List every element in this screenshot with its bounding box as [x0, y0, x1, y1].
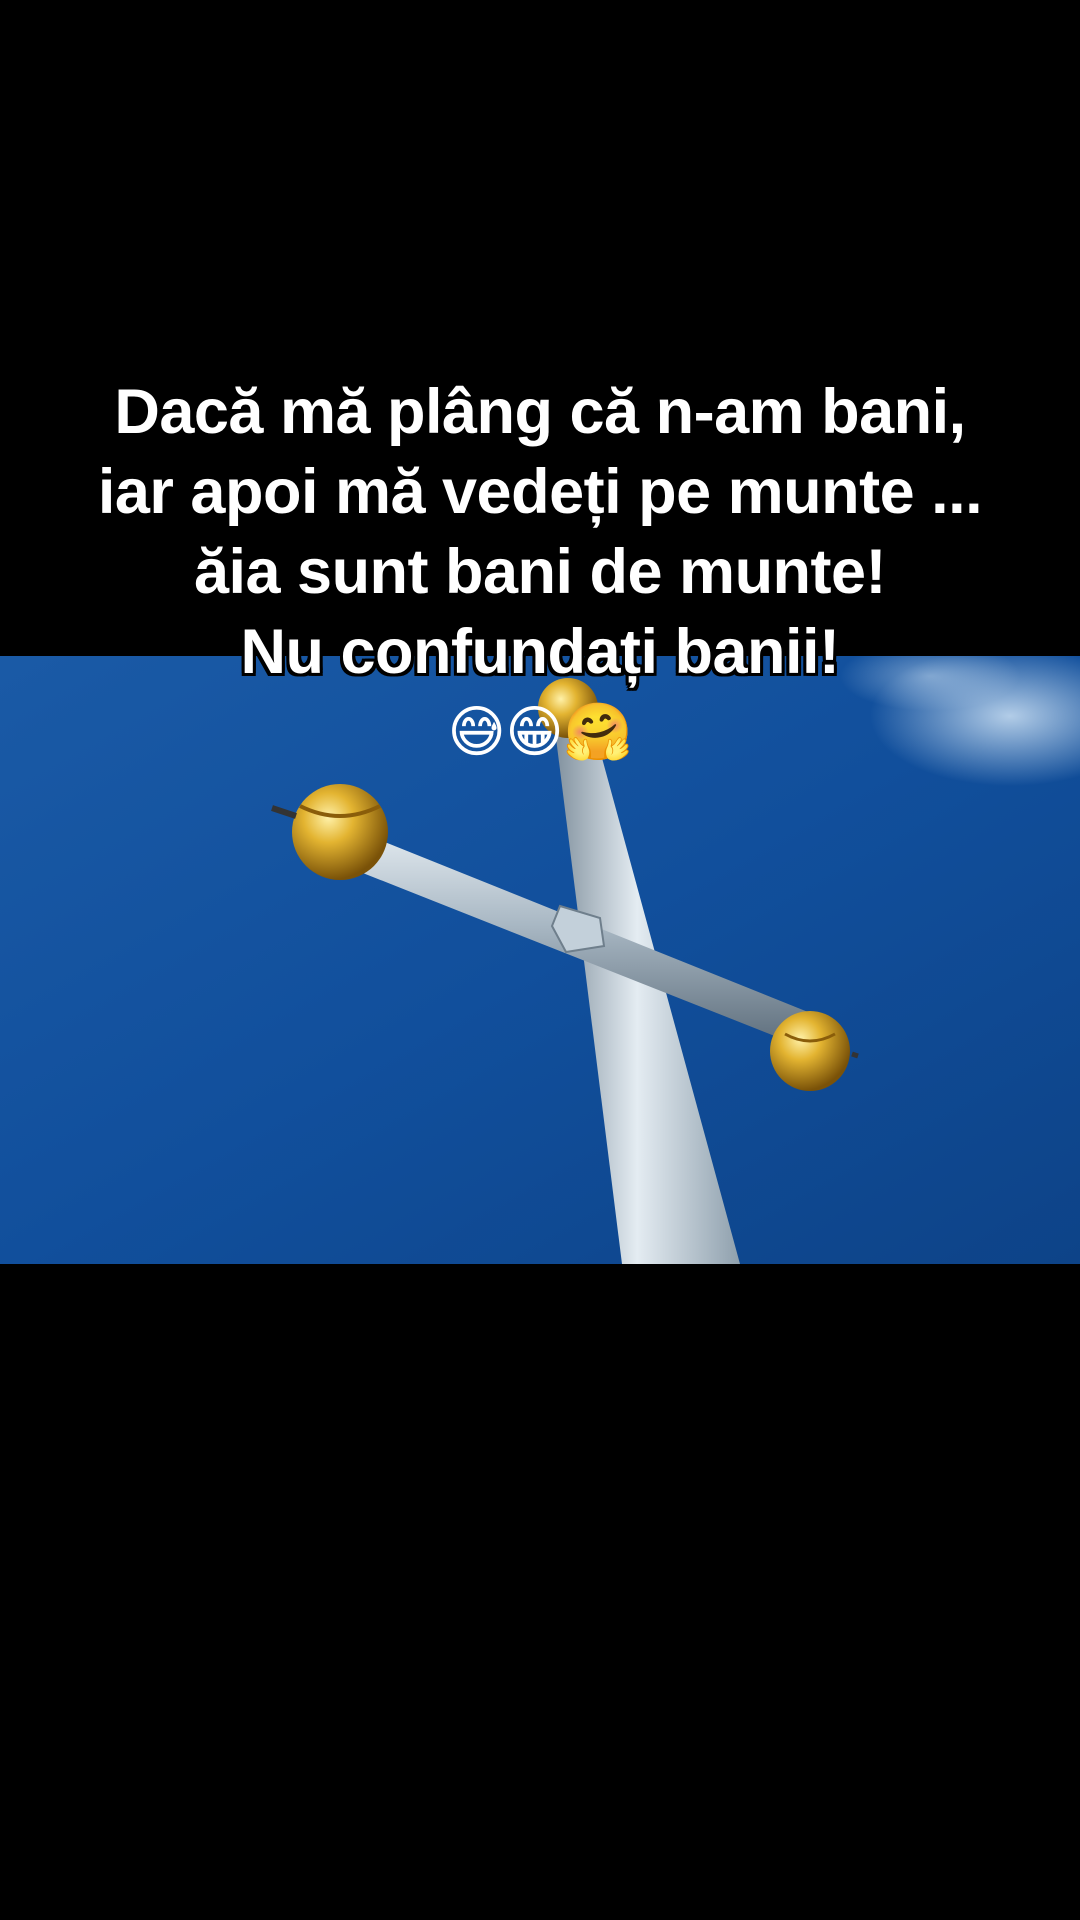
bottom-letterbox [0, 1264, 1080, 1920]
caption-emojis: 😅😁🤗 [447, 700, 633, 763]
gold-knob-right [770, 1011, 850, 1091]
caption-line-3: ăia sunt bani de munte! [193, 537, 887, 607]
gold-knob-left [292, 784, 388, 880]
caption-overlay: Dacă mă plâng că n-am bani, iar apoi mă … [0, 372, 1080, 768]
caption-line-2: iar apoi mă vedeți pe munte ... [97, 457, 983, 527]
caption-line-1: Dacă mă plâng că n-am bani, [114, 377, 966, 447]
caption-line-4: Nu confundați banii! [240, 617, 840, 687]
